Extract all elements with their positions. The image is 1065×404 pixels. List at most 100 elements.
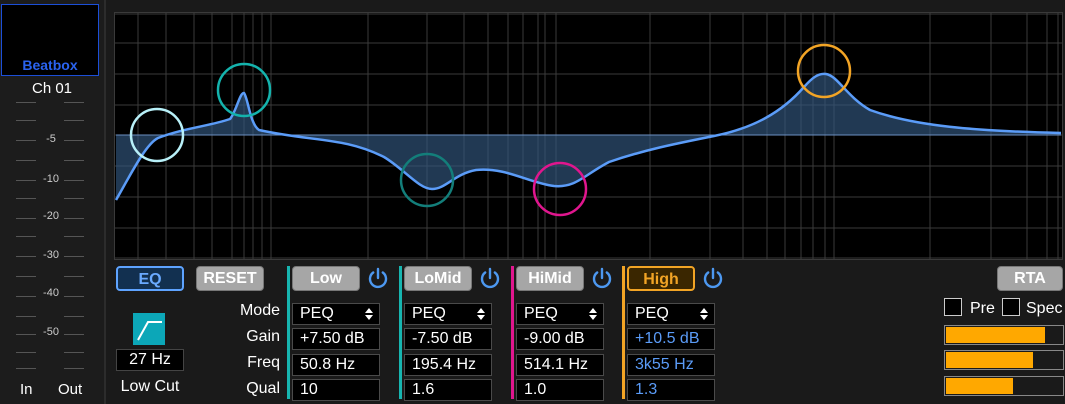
qual-value: 1.3 <box>635 381 658 398</box>
lomid-band: LoMid PEQ -7.50 dB 195.4 Hz 1.6 <box>399 266 509 404</box>
high-mode-select[interactable]: PEQ <box>627 303 715 325</box>
band-color-bar <box>399 266 402 399</box>
meter-tick <box>64 276 84 277</box>
lowcut-label: Low Cut <box>120 378 180 395</box>
low-band-button[interactable]: Low <box>292 266 360 291</box>
low-qual-field[interactable]: 10 <box>292 379 380 401</box>
power-icon[interactable] <box>590 266 614 290</box>
rta-level-meter <box>944 376 1064 396</box>
rta-level-fill <box>946 378 1014 394</box>
lowcut-frequency-field[interactable]: 27 Hz <box>116 349 184 371</box>
select-arrows-icon <box>477 307 485 321</box>
rta-level-fill <box>946 352 1034 368</box>
gain-value: -7.50 dB <box>412 330 473 347</box>
select-arrows-icon <box>365 307 373 321</box>
meter-scale-label: -40 <box>43 287 59 299</box>
rta-level-meter <box>944 350 1064 370</box>
freq-row-label: Freq <box>247 354 280 371</box>
low-freq-field[interactable]: 50.8 Hz <box>292 354 380 376</box>
reset-button[interactable]: RESET <box>196 266 264 291</box>
power-icon[interactable] <box>701 266 725 290</box>
spec-label: Spec <box>1026 300 1063 317</box>
meter-tick <box>16 368 36 369</box>
qual-value: 1.0 <box>524 381 547 398</box>
rta-level-meter <box>944 325 1064 345</box>
mode-value: PEQ <box>524 305 558 322</box>
meter-scale-label: -5 <box>46 133 56 145</box>
meter-tick <box>64 102 84 103</box>
meter-tick <box>16 198 36 199</box>
meter-scale-label: -10 <box>43 173 59 185</box>
meter-tick <box>16 316 36 317</box>
high-qual-field[interactable]: 1.3 <box>627 379 715 401</box>
freq-value: 195.4 Hz <box>412 356 477 373</box>
rta-button[interactable]: RTA <box>997 266 1063 291</box>
band-color-bar <box>622 266 625 399</box>
qual-row-label: Qual <box>246 380 280 397</box>
input-meter-label: In <box>20 381 33 398</box>
meter-tick <box>16 276 36 277</box>
mode-value: PEQ <box>635 305 669 322</box>
himid-mode-select[interactable]: PEQ <box>516 303 604 325</box>
eq-enable-button[interactable]: EQ <box>116 266 184 291</box>
low-band: Low PEQ +7.50 dB 50.8 Hz 10 <box>287 266 397 404</box>
mode-value: PEQ <box>412 305 446 322</box>
lomid-mode-select[interactable]: PEQ <box>404 303 492 325</box>
himid-band-button[interactable]: HiMid <box>516 266 584 291</box>
meter-tick <box>64 236 84 237</box>
spec-checkbox[interactable] <box>1002 298 1020 316</box>
band-color-bar <box>287 266 290 399</box>
meter-tick <box>16 102 36 103</box>
lomid-gain-field[interactable]: -7.50 dB <box>404 328 492 350</box>
meter-tick <box>64 316 84 317</box>
qual-value: 1.6 <box>412 381 435 398</box>
select-arrows-icon <box>700 307 708 321</box>
power-icon[interactable] <box>366 266 390 290</box>
gain-value: +7.50 dB <box>300 330 365 347</box>
band-color-bar <box>511 266 514 399</box>
freq-value: 514.1 Hz <box>524 356 589 373</box>
low-mode-select[interactable]: PEQ <box>292 303 380 325</box>
divider <box>104 0 106 404</box>
freq-value: 50.8 Hz <box>300 356 356 373</box>
eq-frequency-graph[interactable] <box>114 12 1063 260</box>
meter-scale-label: -50 <box>43 326 59 338</box>
channel-tile[interactable]: Beatbox <box>1 4 99 76</box>
himid-gain-field[interactable]: -9.00 dB <box>516 328 604 350</box>
highpass-filter-icon[interactable] <box>133 313 165 345</box>
pre-label: Pre <box>970 300 995 317</box>
meter-tick <box>16 352 36 353</box>
gain-row-label: Gain <box>246 328 280 345</box>
meter-tick <box>16 120 36 121</box>
qual-value: 10 <box>300 381 318 398</box>
meter-tick <box>64 160 84 161</box>
mode-value: PEQ <box>300 305 334 322</box>
output-meter-label: Out <box>58 381 83 398</box>
gain-value: +10.5 dB <box>635 330 700 347</box>
gain-value: -9.00 dB <box>524 330 585 347</box>
freq-value: 3k55 Hz <box>635 356 694 373</box>
power-icon[interactable] <box>478 266 502 290</box>
meter-tick <box>64 368 84 369</box>
high-gain-field[interactable]: +10.5 dB <box>627 328 715 350</box>
lomid-band-button[interactable]: LoMid <box>404 266 472 291</box>
himid-freq-field[interactable]: 514.1 Hz <box>516 354 604 376</box>
select-arrows-icon <box>589 307 597 321</box>
lomid-freq-field[interactable]: 195.4 Hz <box>404 354 492 376</box>
high-freq-field[interactable]: 3k55 Hz <box>627 354 715 376</box>
low-gain-field[interactable]: +7.50 dB <box>292 328 380 350</box>
high-band: High PEQ +10.5 dB 3k55 Hz 1.3 <box>622 266 732 404</box>
level-meter-scale: -5 -10 -20 -30 -40 -50 <box>0 100 104 370</box>
meter-scale-label: -30 <box>43 249 59 261</box>
pre-checkbox[interactable] <box>944 298 962 316</box>
high-band-button[interactable]: High <box>627 266 695 291</box>
eq-plugin-window: Beatbox Ch 01 -5 -10 -20 -30 -40 -50 In Out E… <box>0 0 1065 404</box>
meter-scale-label: -20 <box>43 210 59 222</box>
lomid-qual-field[interactable]: 1.6 <box>404 379 492 401</box>
channel-strip: Beatbox Ch 01 -5 -10 -20 -30 -40 -50 In Out <box>0 0 104 404</box>
mode-row-label: Mode <box>239 302 280 319</box>
himid-qual-field[interactable]: 1.0 <box>516 379 604 401</box>
rta-level-fill <box>946 327 1046 343</box>
meter-tick <box>16 236 36 237</box>
meter-tick <box>64 352 84 353</box>
